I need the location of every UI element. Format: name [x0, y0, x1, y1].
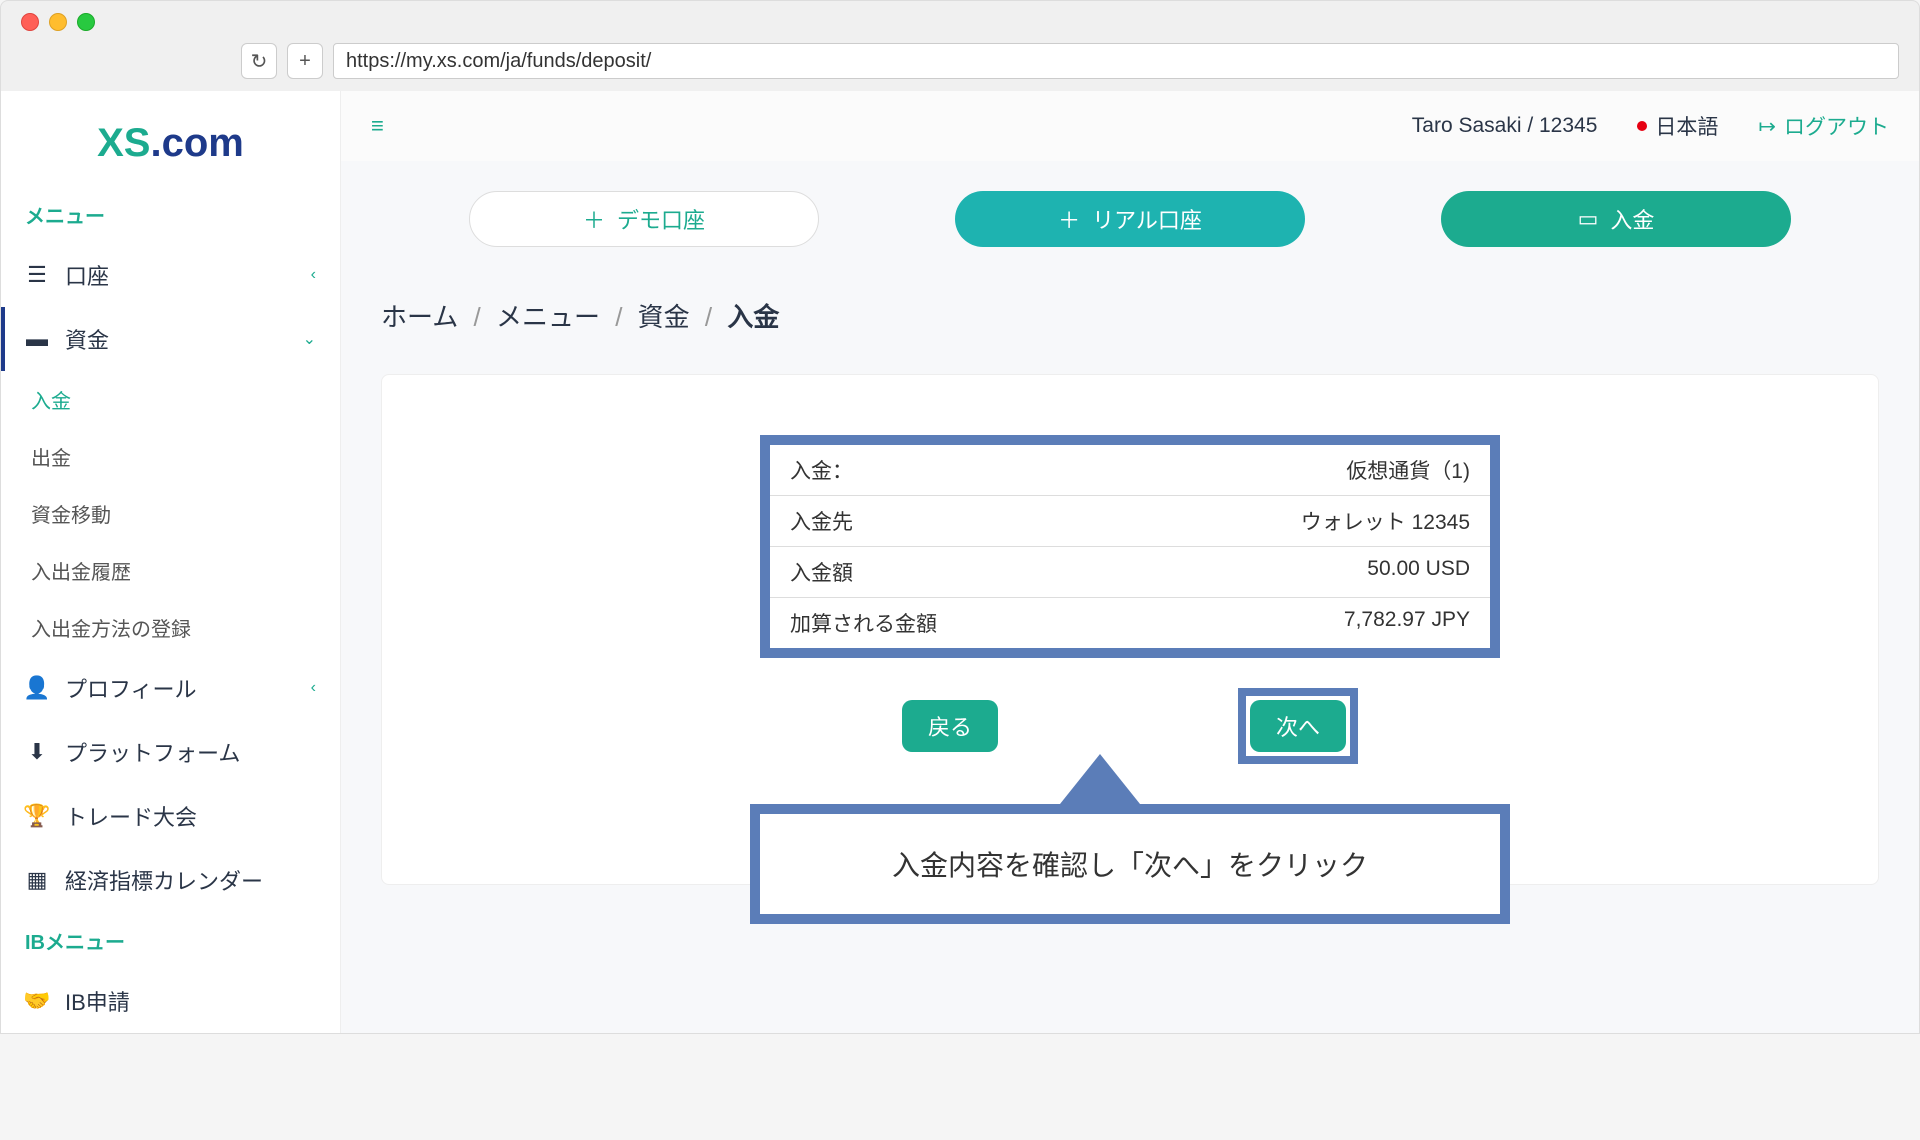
crumb-funds[interactable]: 資金 [638, 302, 690, 332]
sidebar-item-profile[interactable]: 👤 プロフィール ‹ [1, 656, 340, 720]
chevron-left-icon: ‹ [311, 266, 316, 284]
row-label: 入金額 [790, 557, 853, 587]
chevron-left-icon: ‹ [311, 679, 316, 697]
sidebar-item-contest[interactable]: 🏆 トレード大会 [1, 784, 340, 848]
japan-flag-icon [1637, 121, 1647, 131]
sidebar: XS.com メニュー ☰ 口座 ‹ ▬ 資金 ⌄ 入金 出金 資金移動 [1, 91, 341, 1033]
action-row: ＋ デモ口座 ＋ リアル口座 ▭ 入金 [341, 161, 1919, 277]
browser-titlebar [1, 1, 1919, 43]
button-label: リアル口座 [1092, 203, 1202, 235]
logout-button[interactable]: ↦ ログアウト [1758, 111, 1889, 141]
user-icon: 👤 [25, 675, 49, 701]
sidebar-sub-transfer[interactable]: 資金移動 [1, 485, 340, 542]
crumb-sep: / [705, 302, 712, 332]
back-button[interactable]: 戻る [902, 700, 998, 752]
demo-account-button[interactable]: ＋ デモ口座 [469, 191, 819, 247]
logo[interactable]: XS.com [1, 101, 340, 186]
row-label: 加算される金額 [790, 608, 937, 638]
crumb-sep: / [473, 302, 480, 332]
sidebar-label: 口座 [65, 259, 109, 291]
button-label: デモ口座 [617, 203, 705, 235]
breadcrumb: ホーム / メニュー / 資金 / 入金 [341, 277, 1919, 354]
crumb-current: 入金 [727, 302, 779, 332]
sidebar-sub-methods[interactable]: 入出金方法の登録 [1, 599, 340, 656]
row-value: 7,782.97 JPY [1344, 608, 1470, 638]
logo-dot: . [150, 121, 161, 165]
trophy-icon: 🏆 [25, 803, 49, 829]
row-value: 仮想通貨（1) [1346, 455, 1470, 485]
maximize-icon[interactable] [77, 13, 95, 31]
app-root: XS.com メニュー ☰ 口座 ‹ ▬ 資金 ⌄ 入金 出金 資金移動 [1, 91, 1919, 1033]
browser-toolbar: ↻ + https://my.xs.com/ja/funds/deposit/ [1, 43, 1919, 91]
main-content: ≡ Taro Sasaki / 12345 日本語 ↦ ログアウト ＋ [341, 91, 1919, 1033]
summary-row: 入金先 ウォレット 12345 [770, 496, 1490, 547]
browser-window: ↻ + https://my.xs.com/ja/funds/deposit/ … [0, 0, 1920, 1034]
sidebar-sub-withdraw[interactable]: 出金 [1, 428, 340, 485]
sidebar-label: IB申請 [65, 985, 130, 1017]
logo-xs: XS [97, 121, 150, 165]
plus-icon: ＋ [583, 203, 605, 235]
language-selector[interactable]: 日本語 [1637, 111, 1718, 141]
hamburger-icon[interactable]: ≡ [371, 113, 384, 139]
sidebar-label: トレード大会 [65, 800, 197, 832]
topbar: ≡ Taro Sasaki / 12345 日本語 ↦ ログアウト [341, 91, 1919, 161]
row-value: ウォレット 12345 [1301, 506, 1470, 536]
sidebar-sub-history[interactable]: 入出金履歴 [1, 542, 340, 599]
crumb-sep: / [615, 302, 622, 332]
summary-row: 入金： 仮想通貨（1) [770, 445, 1490, 496]
menu-header: メニュー [1, 186, 340, 243]
button-label: 入金 [1610, 203, 1654, 235]
language-label: 日本語 [1655, 111, 1718, 141]
close-icon[interactable] [21, 13, 39, 31]
callout-text: 入金内容を確認し「次へ」をクリック [750, 804, 1510, 924]
instruction-callout: 入金内容を確認し「次へ」をクリック [750, 754, 1510, 924]
card-icon: ▭ [1578, 206, 1599, 232]
sidebar-label: プロフィール [65, 672, 197, 704]
sidebar-item-ib-apply[interactable]: 🤝 IB申請 [1, 969, 340, 1033]
sidebar-label: 経済指標カレンダー [65, 864, 263, 896]
user-info: Taro Sasaki / 12345 [1412, 114, 1598, 138]
button-row: 戻る 次へ [422, 688, 1838, 764]
next-button[interactable]: 次へ [1250, 700, 1346, 752]
wallet-icon: ▬ [25, 326, 49, 352]
callout-arrow-icon [1060, 754, 1140, 804]
logo-com: com [162, 121, 244, 165]
real-account-button[interactable]: ＋ リアル口座 [955, 191, 1305, 247]
deposit-card: 入金： 仮想通貨（1) 入金先 ウォレット 12345 入金額 50.00 US… [381, 374, 1879, 885]
row-label: 入金先 [790, 506, 853, 536]
sidebar-item-account[interactable]: ☰ 口座 ‹ [1, 243, 340, 307]
logout-icon: ↦ [1758, 114, 1776, 139]
ib-menu-header: IBメニュー [1, 912, 340, 969]
plus-icon: ＋ [1058, 203, 1080, 235]
next-highlight: 次へ [1238, 688, 1358, 764]
chevron-down-icon: ⌄ [303, 329, 316, 349]
sidebar-label: 資金 [65, 323, 109, 355]
crumb-home[interactable]: ホーム [381, 302, 458, 332]
sidebar-label: プラットフォーム [65, 736, 240, 768]
summary-table: 入金： 仮想通貨（1) 入金先 ウォレット 12345 入金額 50.00 US… [770, 445, 1490, 648]
sidebar-item-funds[interactable]: ▬ 資金 ⌄ [1, 307, 340, 371]
download-icon: ⬇ [25, 739, 49, 765]
handshake-icon: 🤝 [25, 988, 49, 1014]
deposit-summary: 入金： 仮想通貨（1) 入金先 ウォレット 12345 入金額 50.00 US… [760, 435, 1500, 658]
topbar-right: Taro Sasaki / 12345 日本語 ↦ ログアウト [1412, 111, 1889, 141]
row-value: 50.00 USD [1367, 557, 1470, 587]
deposit-button[interactable]: ▭ 入金 [1441, 191, 1791, 247]
sidebar-item-platform[interactable]: ⬇ プラットフォーム [1, 720, 340, 784]
minimize-icon[interactable] [49, 13, 67, 31]
logout-label: ログアウト [1784, 111, 1889, 141]
summary-row: 入金額 50.00 USD [770, 547, 1490, 598]
row-label: 入金： [790, 455, 853, 485]
list-icon: ☰ [25, 262, 49, 288]
sidebar-sub-deposit[interactable]: 入金 [1, 371, 340, 428]
calendar-icon: ▦ [25, 867, 49, 893]
crumb-menu[interactable]: メニュー [496, 302, 600, 332]
new-tab-button[interactable]: + [287, 43, 323, 79]
sidebar-item-calendar[interactable]: ▦ 経済指標カレンダー [1, 848, 340, 912]
reload-button[interactable]: ↻ [241, 43, 277, 79]
summary-row: 加算される金額 7,782.97 JPY [770, 598, 1490, 648]
url-bar[interactable]: https://my.xs.com/ja/funds/deposit/ [333, 43, 1899, 79]
